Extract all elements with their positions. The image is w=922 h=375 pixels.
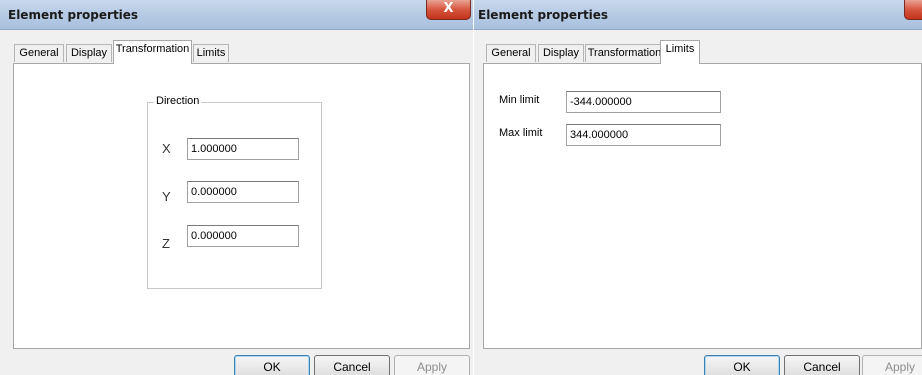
cancel-button[interactable]: Cancel	[314, 355, 390, 375]
tab-panel: Direction X 1.000000 Y 0.000000 Z 0.0000…	[13, 63, 470, 349]
min-limit-label: Min limit	[499, 94, 540, 106]
z-field[interactable]: 0.000000	[187, 225, 299, 247]
y-label: Y	[162, 189, 171, 204]
close-button[interactable]: X	[904, 0, 922, 20]
element-properties-dialog-limits: Element properties X General Display Tra…	[474, 0, 922, 375]
close-button[interactable]: X	[426, 0, 471, 20]
title-bar[interactable]: Element properties X	[0, 0, 473, 30]
max-limit-field[interactable]: 344.000000	[566, 124, 721, 146]
tab-limits[interactable]: Limits	[660, 40, 700, 64]
tab-display[interactable]: Display	[66, 44, 112, 62]
dialog-title: Element properties	[478, 8, 609, 22]
tab-transformation[interactable]: Transformation	[585, 44, 664, 62]
title-bar[interactable]: Element properties X	[474, 0, 922, 30]
tab-general[interactable]: General	[486, 44, 536, 62]
tab-general[interactable]: General	[14, 44, 64, 62]
apply-button[interactable]: Apply	[862, 355, 922, 375]
x-label: X	[162, 141, 171, 156]
ok-button[interactable]: OK	[234, 355, 310, 375]
element-properties-dialog-transformation: Element properties X General Display Tra…	[0, 0, 473, 375]
tab-transformation[interactable]: Transformation	[113, 40, 192, 64]
dialog-title: Element properties	[8, 8, 139, 22]
min-limit-field[interactable]: -344.000000	[566, 91, 721, 113]
ok-button[interactable]: OK	[704, 355, 780, 375]
direction-group-label: Direction	[154, 95, 202, 107]
max-limit-label: Max limit	[499, 127, 543, 139]
tab-panel: Min limit -344.000000 Max limit 344.0000…	[483, 63, 922, 349]
x-field[interactable]: 1.000000	[187, 138, 299, 160]
apply-button[interactable]: Apply	[394, 355, 470, 375]
tab-display[interactable]: Display	[538, 44, 584, 62]
close-icon: X	[443, 1, 454, 16]
z-label: Z	[162, 236, 170, 251]
direction-groupbox: Direction X 1.000000 Y 0.000000 Z 0.0000…	[147, 95, 322, 289]
tab-limits[interactable]: Limits	[193, 44, 229, 62]
cancel-button[interactable]: Cancel	[784, 355, 860, 375]
y-field[interactable]: 0.000000	[187, 181, 299, 203]
